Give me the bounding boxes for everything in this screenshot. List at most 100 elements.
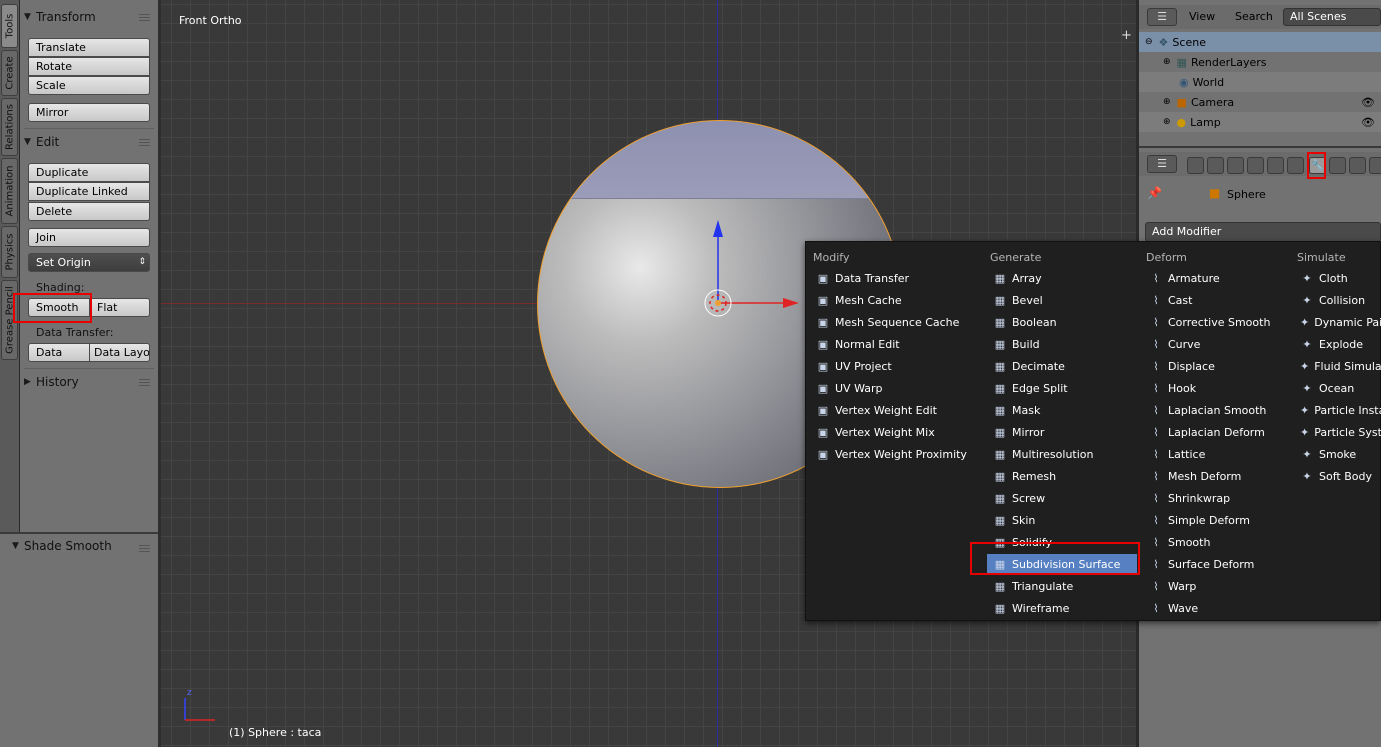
search-menu[interactable]: Search xyxy=(1235,10,1273,23)
menu-item-smoke[interactable]: ✦ Smoke xyxy=(1294,444,1379,464)
data-layout-button[interactable]: Data Layo xyxy=(89,343,150,362)
menu-item-hook[interactable]: ⌇ Hook xyxy=(1143,378,1291,398)
menu-item-shrinkwrap[interactable]: ⌇ Shrinkwrap xyxy=(1143,488,1291,508)
outliner-row-lamp[interactable]: ⊕ ● Lamp 👁 xyxy=(1139,112,1381,132)
translate-button[interactable]: Translate xyxy=(28,38,150,57)
add-modifier-dropdown[interactable]: Add Modifier xyxy=(1145,222,1381,242)
menu-item-surface-deform[interactable]: ⌇ Surface Deform xyxy=(1143,554,1291,574)
drag-grip-icon[interactable] xyxy=(139,544,150,552)
menu-item-ocean[interactable]: ✦ Ocean xyxy=(1294,378,1379,398)
editor-type-icon[interactable]: ☰ xyxy=(1147,8,1177,26)
tab-relations[interactable]: Relations xyxy=(1,98,18,156)
rotate-button[interactable]: Rotate xyxy=(28,57,150,76)
menu-item-solidify[interactable]: ▦ Solidify xyxy=(987,532,1137,552)
outliner-row-camera[interactable]: ⊕ ■ Camera 👁 xyxy=(1139,92,1381,112)
set-origin-dropdown[interactable]: Set Origin ⇕ xyxy=(28,253,150,272)
menu-item-mask[interactable]: ▦ Mask xyxy=(987,400,1137,420)
menu-item-build[interactable]: ▦ Build xyxy=(987,334,1137,354)
menu-item-triangulate[interactable]: ▦ Triangulate xyxy=(987,576,1137,596)
expand-icon[interactable]: ⊕ xyxy=(1163,57,1171,67)
tab-grease-pencil[interactable]: Grease Pencil xyxy=(1,280,18,360)
eye-icon[interactable]: 👁 xyxy=(1361,116,1375,129)
menu-item-cloth[interactable]: ✦ Cloth xyxy=(1294,268,1379,288)
edit-panel-header[interactable]: ▼ Edit xyxy=(24,132,158,152)
modifiers-wrench-icon[interactable]: 🔧 xyxy=(1309,157,1326,174)
menu-item-uv-project[interactable]: ▣ UV Project xyxy=(810,356,980,376)
editor-type-icon[interactable]: ☰ xyxy=(1147,155,1177,173)
render-layers-tab-icon[interactable] xyxy=(1207,157,1224,174)
menu-item-bevel[interactable]: ▦ Bevel xyxy=(987,290,1137,310)
object-tab-icon[interactable] xyxy=(1267,157,1284,174)
menu-item-displace[interactable]: ⌇ Displace xyxy=(1143,356,1291,376)
render-tab-icon[interactable] xyxy=(1187,157,1204,174)
transform-panel-header[interactable]: ▼ Transform xyxy=(24,7,158,27)
mirror-button[interactable]: Mirror xyxy=(28,103,150,122)
menu-item-mesh-deform[interactable]: ⌇ Mesh Deform xyxy=(1143,466,1291,486)
menu-item-mirror[interactable]: ▦ Mirror xyxy=(987,422,1137,442)
flat-button[interactable]: Flat xyxy=(89,298,150,317)
menu-item-skin[interactable]: ▦ Skin xyxy=(987,510,1137,530)
menu-item-particle-syst[interactable]: ✦ Particle Syst xyxy=(1294,422,1381,442)
menu-item-warp[interactable]: ⌇ Warp xyxy=(1143,576,1291,596)
expand-icon[interactable]: ⊕ xyxy=(1163,117,1171,127)
outliner-row-renderlayers[interactable]: ⊕ ▦ RenderLayers xyxy=(1139,52,1381,72)
menu-item-screw[interactable]: ▦ Screw xyxy=(987,488,1137,508)
data-tab-icon[interactable] xyxy=(1329,157,1346,174)
menu-item-subdivision-surface[interactable]: ▦ Subdivision Surface xyxy=(987,554,1137,574)
smooth-button[interactable]: Smooth xyxy=(28,298,90,317)
tab-create[interactable]: Create xyxy=(1,50,18,96)
tab-physics[interactable]: Physics xyxy=(1,226,18,278)
pin-icon[interactable]: 📌 xyxy=(1147,186,1162,200)
expand-icon[interactable]: ⊕ xyxy=(1163,97,1171,107)
menu-item-smooth[interactable]: ⌇ Smooth xyxy=(1143,532,1291,552)
menu-item-data-transfer[interactable]: ▣ Data Transfer xyxy=(810,268,980,288)
plus-icon[interactable]: + xyxy=(1121,28,1132,43)
menu-item-wave[interactable]: ⌇ Wave xyxy=(1143,598,1291,618)
menu-item-uv-warp[interactable]: ▣ UV Warp xyxy=(810,378,980,398)
display-mode-select[interactable]: All Scenes xyxy=(1283,8,1381,26)
world-tab-icon[interactable] xyxy=(1247,157,1264,174)
menu-item-mesh-sequence-cache[interactable]: ▣ Mesh Sequence Cache xyxy=(810,312,980,332)
menu-item-vertex-weight-mix[interactable]: ▣ Vertex Weight Mix xyxy=(810,422,980,442)
view-menu[interactable]: View xyxy=(1189,10,1215,23)
menu-item-decimate[interactable]: ▦ Decimate xyxy=(987,356,1137,376)
menu-item-simple-deform[interactable]: ⌇ Simple Deform xyxy=(1143,510,1291,530)
menu-item-laplacian-deform[interactable]: ⌇ Laplacian Deform xyxy=(1143,422,1291,442)
menu-item-remesh[interactable]: ▦ Remesh xyxy=(987,466,1137,486)
drag-grip-icon[interactable] xyxy=(139,13,150,21)
material-tab-icon[interactable] xyxy=(1349,157,1366,174)
tab-tools[interactable]: Tools xyxy=(1,4,18,48)
transform-manipulator[interactable] xyxy=(681,215,811,335)
menu-item-lattice[interactable]: ⌇ Lattice xyxy=(1143,444,1291,464)
scale-button[interactable]: Scale xyxy=(28,76,150,95)
constraints-tab-icon[interactable] xyxy=(1287,157,1304,174)
menu-item-array[interactable]: ▦ Array xyxy=(987,268,1137,288)
menu-item-vertex-weight-proximity[interactable]: ▣ Vertex Weight Proximity xyxy=(810,444,980,464)
menu-item-multiresolution[interactable]: ▦ Multiresolution xyxy=(987,444,1137,464)
outliner-row-scene[interactable]: ⊖ ❖ Scene xyxy=(1139,32,1381,52)
drag-grip-icon[interactable] xyxy=(139,138,150,146)
duplicate-button[interactable]: Duplicate xyxy=(28,163,150,182)
menu-item-boolean[interactable]: ▦ Boolean xyxy=(987,312,1137,332)
menu-item-edge-split[interactable]: ▦ Edge Split xyxy=(987,378,1137,398)
menu-item-laplacian-smooth[interactable]: ⌇ Laplacian Smooth xyxy=(1143,400,1291,420)
duplicate-linked-button[interactable]: Duplicate Linked xyxy=(28,182,150,201)
history-panel-header[interactable]: ▶ History xyxy=(24,372,158,392)
menu-item-soft-body[interactable]: ✦ Soft Body xyxy=(1294,466,1379,486)
delete-button[interactable]: Delete xyxy=(28,202,150,221)
menu-item-cast[interactable]: ⌇ Cast xyxy=(1143,290,1291,310)
menu-item-corrective-smooth[interactable]: ⌇ Corrective Smooth xyxy=(1143,312,1291,332)
drag-grip-icon[interactable] xyxy=(139,378,150,386)
menu-item-collision[interactable]: ✦ Collision xyxy=(1294,290,1379,310)
menu-item-dynamic-pai[interactable]: ✦ Dynamic Pai xyxy=(1294,312,1381,332)
menu-item-normal-edit[interactable]: ▣ Normal Edit xyxy=(810,334,980,354)
menu-item-fluid-simulat[interactable]: ✦ Fluid Simulat xyxy=(1294,356,1381,376)
menu-item-curve[interactable]: ⌇ Curve xyxy=(1143,334,1291,354)
tab-animation[interactable]: Animation xyxy=(1,158,18,224)
menu-item-wireframe[interactable]: ▦ Wireframe xyxy=(987,598,1137,618)
collapse-icon[interactable]: ⊖ xyxy=(1145,37,1153,47)
scene-tab-icon[interactable] xyxy=(1227,157,1244,174)
menu-item-mesh-cache[interactable]: ▣ Mesh Cache xyxy=(810,290,980,310)
shade-smooth-panel-header[interactable]: ▼ Shade Smooth xyxy=(12,536,146,556)
outliner-row-world[interactable]: ◉ World xyxy=(1139,72,1381,92)
